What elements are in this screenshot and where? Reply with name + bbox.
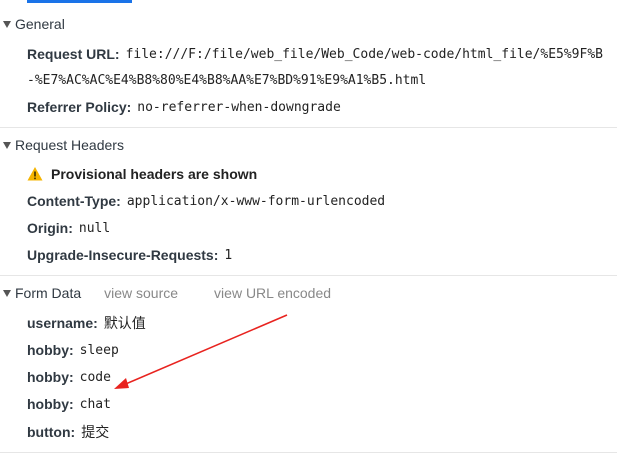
view-url-encoded-link[interactable]: view URL encoded [214,285,331,301]
upgrade-insecure-row: Upgrade-Insecure-Requests: 1 [27,245,232,265]
form-field-row: button: 提交 [27,422,109,442]
request-url-value-line2: -%E7%AC%AC%E4%B8%80%E4%B8%AA%E7%BD%91%E9… [27,72,427,88]
form-field-value: chat [79,396,111,412]
referrer-policy-row: Referrer Policy: no-referrer-when-downgr… [27,97,341,117]
form-field-row: hobby: sleep [27,340,119,360]
section-divider [0,452,617,453]
request-url-continuation-row: -%E7%AC%AC%E4%B8%80%E4%B8%AA%E7%BD%91%E9… [27,70,426,90]
section-title-general: General [15,16,65,32]
form-field-row: username: 默认值 [27,313,146,333]
section-header-request-headers[interactable]: Request Headers [0,135,124,155]
request-url-row: Request URL: file:///F:/file/web_file/We… [27,44,603,64]
annotation-arrow-line [120,314,288,387]
form-field-key: hobby: [27,369,74,385]
annotation-arrow-head [114,378,129,389]
upgrade-insecure-key: Upgrade-Insecure-Requests: [27,247,219,263]
form-field-key: hobby: [27,342,74,358]
form-field-key: button: [27,424,76,440]
section-title-form-data: Form Data [15,285,82,301]
section-header-general[interactable]: General [0,14,65,34]
section-divider [0,127,617,128]
upgrade-insecure-value: 1 [224,247,233,263]
request-url-value-line1: file:///F:/file/web_file/Web_Code/web-co… [125,46,603,62]
active-tab-indicator [27,0,132,3]
form-field-value: code [79,369,111,385]
content-type-value: application/x-www-form-urlencoded [126,193,386,209]
tab-strip [0,0,617,4]
collapse-triangle-icon [3,141,11,149]
request-url-key: Request URL: [27,46,120,62]
provisional-warning-row: Provisional headers are shown [27,164,257,184]
origin-row: Origin: null [27,218,110,238]
referrer-policy-key: Referrer Policy: [27,99,132,115]
form-field-value: 提交 [81,425,110,441]
form-field-value: 默认值 [103,316,146,332]
content-type-key: Content-Type: [27,193,121,209]
referrer-policy-value: no-referrer-when-downgrade [137,99,341,115]
origin-key: Origin: [27,220,73,236]
section-divider [0,275,617,276]
section-header-form-data[interactable]: Form Data view source view URL encoded [0,283,331,303]
form-field-row: hobby: code [27,367,111,387]
form-field-key: hobby: [27,396,74,412]
form-field-value: sleep [79,342,119,358]
collapse-triangle-icon [3,289,11,297]
warning-triangle-icon [27,167,43,181]
origin-value: null [78,220,111,236]
form-field-row: hobby: chat [27,394,111,414]
view-source-link[interactable]: view source [104,285,178,301]
collapse-triangle-icon [3,20,11,28]
form-field-key: username: [27,315,98,331]
provisional-headers-text: Provisional headers are shown [51,166,258,182]
section-title-request-headers: Request Headers [15,137,124,153]
content-type-row: Content-Type: application/x-www-form-url… [27,191,385,211]
